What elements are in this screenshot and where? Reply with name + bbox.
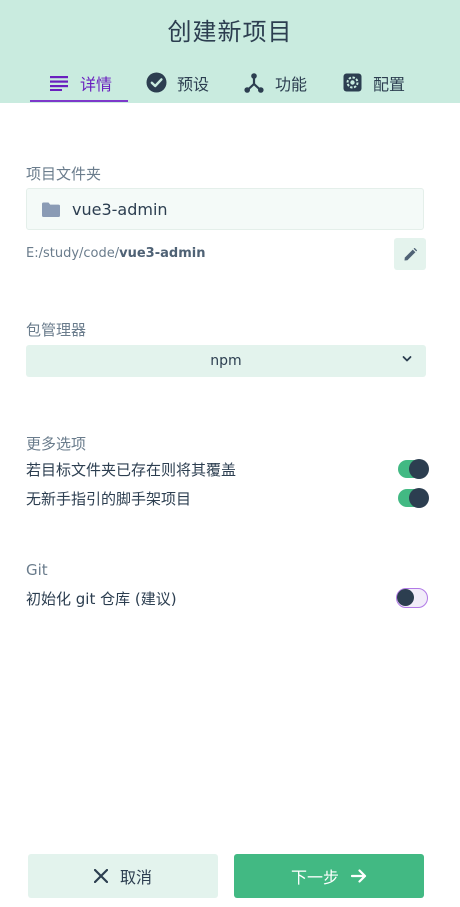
project-folder-name: vue3-admin: [72, 199, 168, 219]
next-button[interactable]: 下一步: [234, 854, 424, 898]
toggle-knob: [409, 459, 429, 479]
git-label: Git: [26, 561, 48, 579]
edit-path-button[interactable]: [394, 238, 426, 270]
project-folder-field[interactable]: vue3-admin: [26, 188, 424, 230]
next-label: 下一步: [290, 868, 339, 887]
pencil-icon: [404, 247, 417, 261]
tab-label: 预设: [177, 74, 210, 94]
cancel-button[interactable]: 取消: [28, 854, 218, 898]
project-folder-label: 项目文件夹: [26, 165, 102, 183]
package-manager-select[interactable]: npm: [26, 345, 426, 377]
package-manager-value: npm: [210, 353, 242, 369]
gear-icon: [341, 72, 363, 94]
package-manager-label: 包管理器: [26, 321, 87, 339]
tab-config[interactable]: 配置: [341, 62, 405, 103]
tab-details[interactable]: 详情: [48, 62, 112, 103]
folder-icon: [42, 202, 60, 217]
tab-label: 详情: [80, 74, 113, 94]
skip-guide-toggle[interactable]: [398, 488, 429, 508]
toggle-knob: [397, 589, 414, 606]
tab-label: 功能: [275, 74, 308, 94]
close-icon: [93, 869, 108, 883]
page-title: 创建新项目: [167, 18, 293, 46]
chevron-down-icon: [402, 354, 412, 364]
cancel-label: 取消: [119, 868, 152, 887]
overwrite-toggle[interactable]: [398, 459, 429, 479]
option-label: 若目标文件夹已存在则将其覆盖: [26, 460, 237, 479]
option-label: 初始化 git 仓库 (建议): [26, 589, 177, 608]
header-bar: 创建新项目 详情 预设 功能 配置: [0, 0, 460, 103]
tab-presets[interactable]: 预设: [145, 62, 209, 103]
option-row-skip-guide[interactable]: 无新手指引的脚手架项目: [26, 486, 429, 510]
tab-label: 配置: [373, 74, 406, 94]
more-options-label: 更多选项: [26, 435, 87, 453]
option-row-overwrite[interactable]: 若目标文件夹已存在则将其覆盖: [26, 457, 429, 481]
tab-bar: 详情 预设 功能 配置: [0, 62, 460, 103]
path-prefix: E:/study/code/: [26, 246, 120, 261]
check-circle-icon: [145, 72, 167, 94]
active-tab-indicator: [30, 100, 128, 102]
option-row-git-init[interactable]: 初始化 git 仓库 (建议): [26, 586, 428, 610]
tab-features[interactable]: 功能: [243, 62, 307, 103]
list-icon: [48, 72, 70, 94]
project-path: E:/study/code/vue3-admin: [26, 246, 205, 261]
git-init-toggle[interactable]: [396, 588, 428, 608]
branch-icon: [243, 72, 265, 94]
arrow-right-icon: [351, 869, 367, 883]
toggle-knob: [409, 488, 429, 508]
option-label: 无新手指引的脚手架项目: [26, 489, 192, 508]
path-name: vue3-admin: [119, 246, 206, 261]
